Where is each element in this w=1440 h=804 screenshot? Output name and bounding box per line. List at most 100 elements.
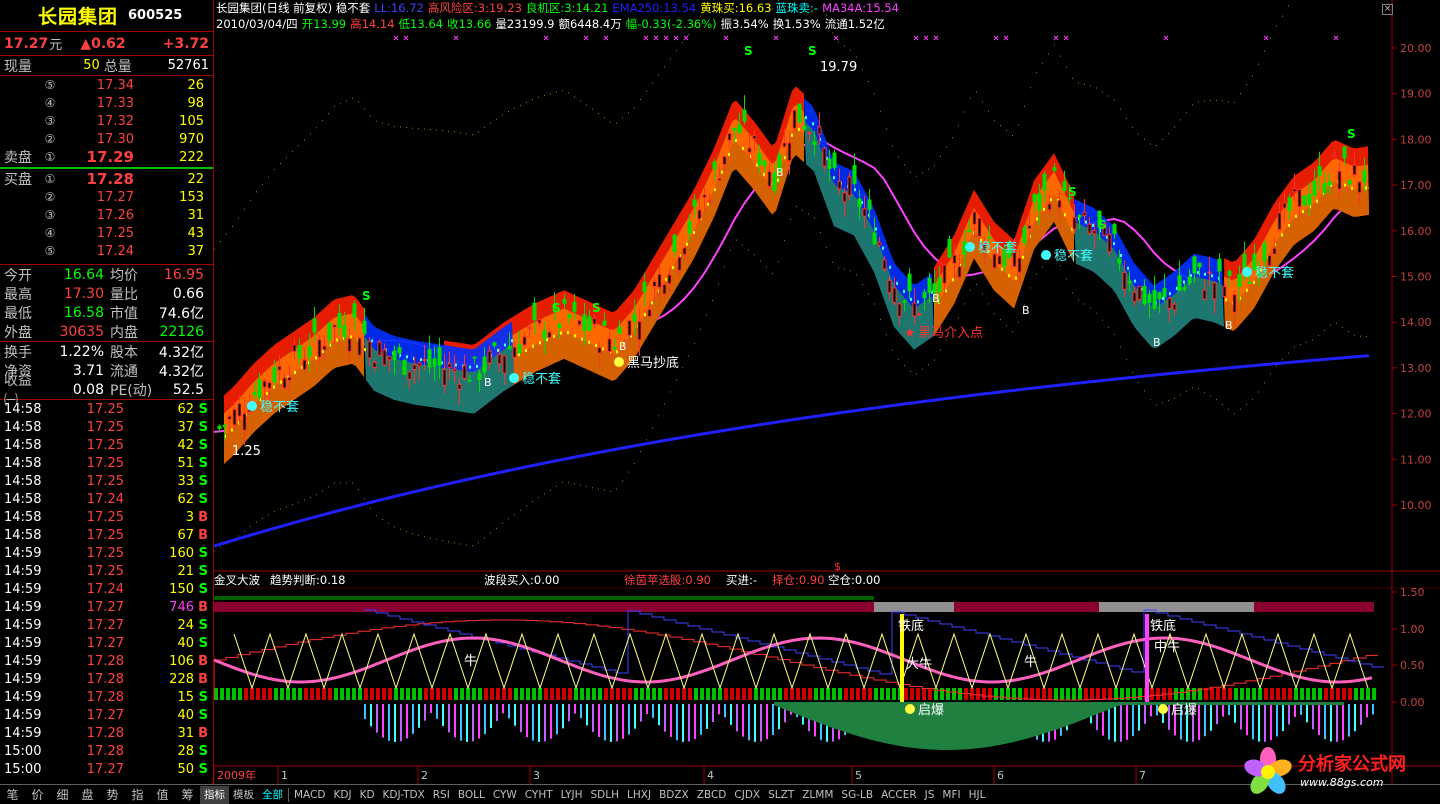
ask-row[interactable]: ② 17.30 970 <box>0 130 213 148</box>
candle-body <box>432 358 437 367</box>
tick-price: 17.28 <box>86 671 124 687</box>
signal-bar <box>970 688 974 700</box>
indicator-tab[interactable]: SLZT <box>764 786 798 804</box>
candle-body <box>972 211 977 225</box>
ask-row[interactable]: ④ 17.33 98 <box>0 94 213 112</box>
candle-body <box>1167 297 1172 309</box>
signal-bar <box>910 688 914 700</box>
indicator-tab[interactable]: CJDX <box>730 786 764 804</box>
indicator-tab[interactable]: ZBCD <box>693 786 731 804</box>
signal-bar <box>748 688 752 700</box>
indicator-tab[interactable]: ZLMM <box>798 786 837 804</box>
signal-bar <box>994 688 998 700</box>
indicator-tab[interactable]: KD <box>356 786 379 804</box>
signal-bar <box>1096 688 1100 700</box>
side-tab[interactable]: 盘 <box>75 786 100 803</box>
side-tab[interactable]: 笔 <box>0 786 25 803</box>
histogram-bar <box>394 704 396 742</box>
indicator-tab[interactable]: 模板 <box>229 786 258 804</box>
bid-row[interactable]: ② 17.27 153 <box>0 188 213 206</box>
signal-bar <box>1000 688 1004 700</box>
stat-key: 均价 <box>110 267 138 284</box>
bid-row[interactable]: ⑤ 17.24 37 <box>0 242 213 260</box>
histogram-bar <box>586 704 588 726</box>
signal-dot-icon <box>1041 250 1051 260</box>
tick-list[interactable]: 14:58 17.25 62 S 14:58 17.25 37 S 14:58 17.25 42 S 1… <box>0 399 213 778</box>
indicator-tab[interactable]: JS <box>921 786 939 804</box>
indicator-tab[interactable]: BOLL <box>454 786 489 804</box>
candle-body <box>1242 253 1247 270</box>
signal-bar <box>424 688 428 700</box>
ask-level: ① <box>44 150 56 164</box>
candle-body <box>242 413 247 431</box>
candle-body <box>967 229 972 233</box>
indicator-tab[interactable]: KDJ <box>329 786 355 804</box>
candle-body <box>487 350 492 364</box>
indicator-tab[interactable]: LYJH <box>557 786 587 804</box>
signal-bar <box>796 688 800 700</box>
indicator-tab[interactable]: CYW <box>489 786 521 804</box>
candle-body <box>567 314 572 319</box>
side-tab[interactable]: 细 <box>50 786 75 803</box>
bid-row[interactable]: 买盘 ① 17.28 22 <box>0 170 213 188</box>
bid-row[interactable]: ④ 17.25 43 <box>0 224 213 242</box>
indicator-tab[interactable]: BDZX <box>655 786 693 804</box>
indicator-tab[interactable]: HJL <box>965 786 990 804</box>
indicator-tab[interactable]: KDJ-TDX <box>379 786 429 804</box>
tick-volume: 15 <box>177 689 194 705</box>
signal-bar <box>616 688 620 700</box>
signal-bar <box>502 688 506 700</box>
ask-row[interactable]: ⑤ 17.34 26 <box>0 76 213 94</box>
signal-bar <box>634 688 638 700</box>
kline-chart[interactable]: 20.0019.0018.0017.0016.0015.0014.0013.00… <box>214 0 1440 784</box>
candle-body <box>1362 170 1367 183</box>
indicator-field: 徐茵苹选股:0.90 <box>624 573 711 587</box>
histogram-bar <box>568 704 570 722</box>
indicator-tab[interactable]: SDLH <box>587 786 624 804</box>
signal-bar <box>604 688 608 700</box>
indicator-tab[interactable]: RSI <box>429 786 454 804</box>
ask-price: 17.33 <box>96 95 134 111</box>
signal-bar <box>712 688 716 700</box>
stat-key: 股本 <box>110 344 138 361</box>
side-tab[interactable]: 价 <box>25 786 50 803</box>
candle-body <box>227 415 232 420</box>
candle-body <box>577 320 582 326</box>
side-tab[interactable]: 筹 <box>175 786 200 803</box>
pink-wave <box>214 636 1373 684</box>
bid-level: ③ <box>44 208 56 222</box>
histogram-bar <box>1168 704 1170 730</box>
side-tab[interactable]: 势 <box>100 786 125 803</box>
side-tab[interactable]: 指 <box>125 786 150 803</box>
ask-row[interactable]: ③ 17.32 105 <box>0 112 213 130</box>
candle-body <box>292 344 297 352</box>
signal-bar <box>652 688 656 700</box>
signal-bar <box>760 688 764 700</box>
sell-marker-icon: S <box>808 44 817 58</box>
signal-bar <box>298 688 302 700</box>
indicator-tab[interactable]: CYHT <box>521 786 557 804</box>
indicator-tab[interactable]: LHXJ <box>623 786 655 804</box>
indicator-tab[interactable]: 指标 <box>200 785 229 804</box>
indicator-tab[interactable]: MACD <box>290 786 329 804</box>
signal-bar <box>874 688 878 700</box>
x-markers <box>393 35 1339 41</box>
tick-price: 17.25 <box>86 545 124 561</box>
indicator-tab[interactable]: MFI <box>938 786 964 804</box>
tick-price: 17.24 <box>86 581 124 597</box>
side-tab[interactable]: 值 <box>150 786 175 803</box>
tick-direction: B <box>198 527 208 543</box>
indicator-band-gray <box>874 602 954 612</box>
indicator-tab[interactable]: ACCER <box>877 786 921 804</box>
candle-body <box>1147 293 1152 303</box>
candle-body <box>1197 262 1202 268</box>
candle-body <box>862 208 867 217</box>
indicator-tab[interactable]: SG-LB <box>837 786 877 804</box>
indicator-tab[interactable]: 全部 <box>258 786 287 804</box>
bid-row[interactable]: ③ 17.26 31 <box>0 206 213 224</box>
close-icon[interactable]: × <box>1382 4 1393 15</box>
signal-bar <box>1372 688 1376 700</box>
price-axis-label: 15.00 <box>1400 271 1432 284</box>
ask-row[interactable]: 卖盘 ① 17.29 222 <box>0 148 213 166</box>
stat-row: 最高 17.30 量比 0.66 <box>0 284 213 303</box>
